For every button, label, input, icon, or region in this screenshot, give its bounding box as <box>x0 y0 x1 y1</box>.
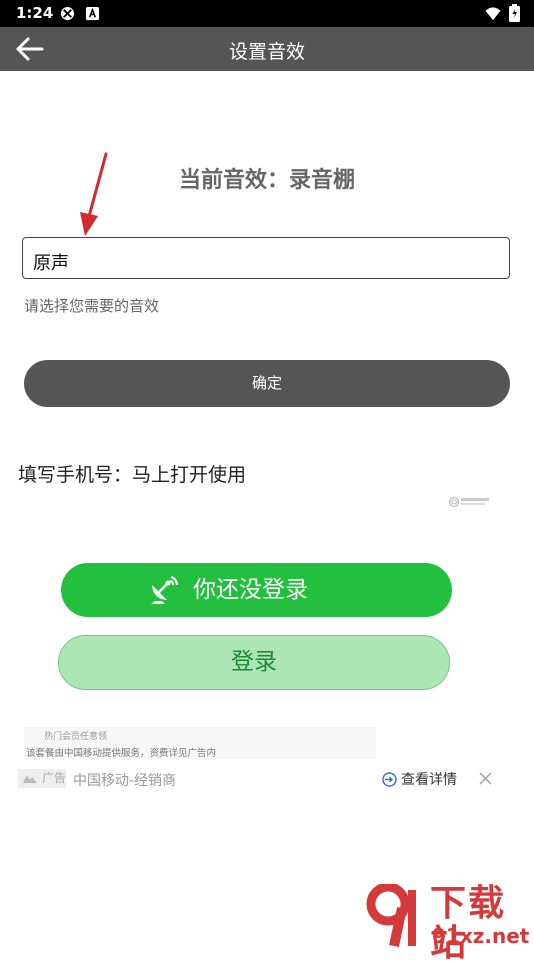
ad-detail-link[interactable]: 查看详情 <box>382 769 457 789</box>
not-logged-in-button[interactable]: 你还没登录 <box>61 563 452 617</box>
ad-tag: 广告 <box>18 769 66 788</box>
confirm-button[interactable]: 确定 <box>24 360 510 407</box>
keyboard-a-icon <box>85 6 100 21</box>
wifi-icon <box>485 7 501 21</box>
annotation-arrow-icon <box>80 152 108 236</box>
ad-hot-label: 热门会员任意领 <box>44 732 108 742</box>
effect-hint: 请选择您需要的音效 <box>24 297 160 315</box>
watermark-domain: 91xz.net <box>432 924 530 948</box>
ad-detail-label: 查看详情 <box>401 772 457 788</box>
china-mobile-logo <box>449 496 489 508</box>
not-logged-in-label: 你还没登录 <box>193 577 308 603</box>
status-time: 1:24 <box>16 4 54 22</box>
app-bar: 设置音效 <box>0 27 534 71</box>
ad-source: 中国移动-经销商 <box>73 773 177 789</box>
effect-select[interactable]: 原声 <box>22 237 510 279</box>
site-watermark: 下载站 91xz.net <box>362 884 534 964</box>
phone-prompt: 填写手机号：马上打开使用 <box>18 464 247 486</box>
signal-off-icon <box>60 6 75 21</box>
watermark-logo <box>366 884 416 948</box>
close-icon[interactable] <box>478 771 493 786</box>
ad-mark-icon <box>23 775 37 783</box>
ad-description: 该套餐由中国移动提供服务，资费详见广告内 <box>26 748 217 759</box>
login-arrow-icon <box>382 772 397 787</box>
page-title: 设置音效 <box>228 41 305 63</box>
ad-tag-label: 广告 <box>42 771 67 785</box>
status-bar: 1:24 <box>0 0 534 27</box>
login-button[interactable]: 登录 <box>58 635 450 690</box>
battery-icon <box>509 4 520 22</box>
satellite-dish-icon <box>151 576 178 604</box>
